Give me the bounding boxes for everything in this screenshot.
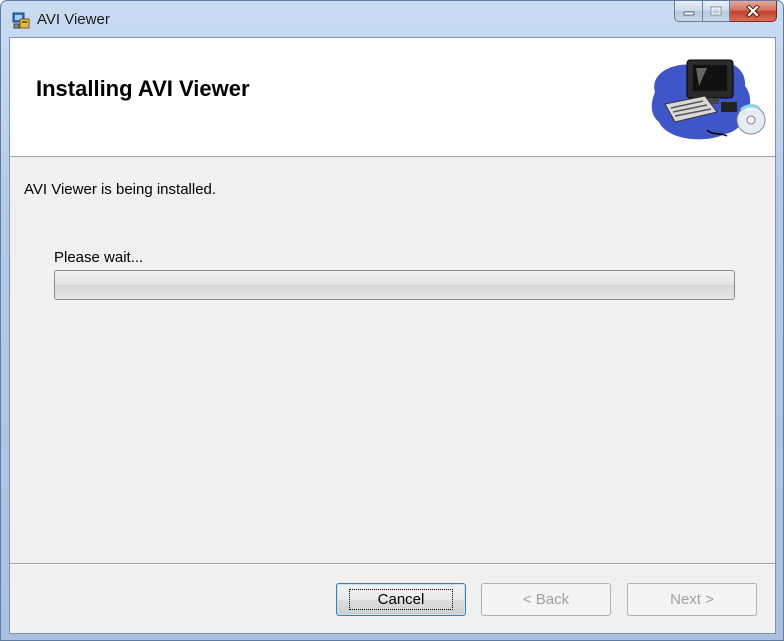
footer-divider bbox=[10, 563, 775, 565]
install-status-text: AVI Viewer is being installed. bbox=[24, 181, 217, 198]
window-title: AVI Viewer bbox=[37, 11, 110, 28]
close-icon bbox=[746, 5, 760, 17]
title-bar[interactable]: AVI Viewer bbox=[1, 1, 783, 37]
computer-cd-icon bbox=[647, 52, 767, 144]
minimize-button[interactable] bbox=[674, 1, 703, 22]
back-button[interactable]: < Back bbox=[481, 583, 611, 616]
next-button-label: Next > bbox=[670, 591, 714, 608]
header-banner: Installing AVI Viewer bbox=[10, 38, 775, 157]
installer-icon bbox=[11, 10, 31, 30]
please-wait-label: Please wait... bbox=[54, 249, 144, 266]
next-button[interactable]: Next > bbox=[627, 583, 757, 616]
maximize-button[interactable] bbox=[703, 1, 730, 22]
minimize-icon bbox=[683, 11, 694, 16]
back-button-label: < Back bbox=[522, 591, 570, 608]
install-progress-bar bbox=[54, 270, 735, 300]
close-button[interactable] bbox=[730, 1, 777, 22]
caption-buttons bbox=[674, 1, 777, 23]
installer-window: AVI Viewer Installing AVI Viewer AVI Vie… bbox=[0, 0, 784, 641]
maximize-icon bbox=[710, 6, 722, 16]
cancel-button[interactable]: Cancel bbox=[336, 583, 466, 616]
page-title: Installing AVI Viewer bbox=[36, 76, 250, 101]
dialog-client: Installing AVI Viewer AVI Viewer is bein… bbox=[9, 37, 776, 634]
cancel-button-label: Cancel bbox=[348, 589, 454, 610]
